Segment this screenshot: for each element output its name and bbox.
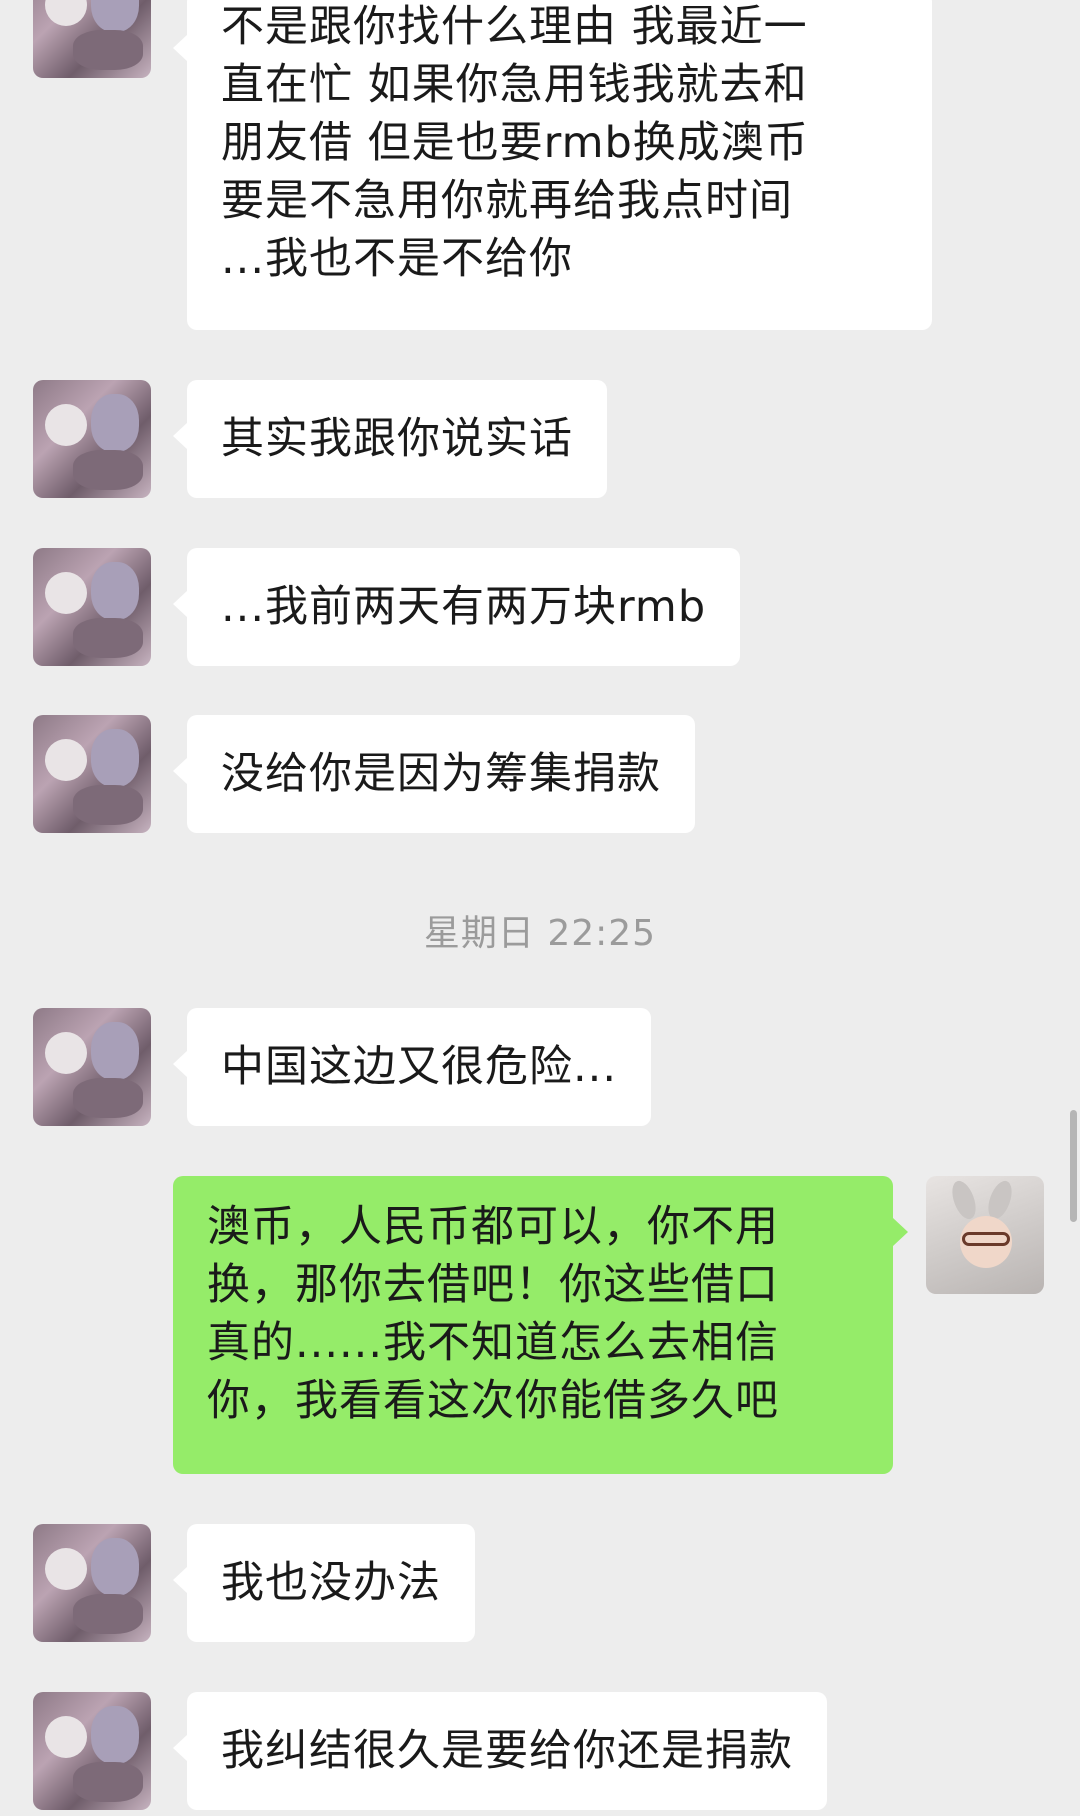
contact-avatar[interactable] <box>33 0 151 78</box>
incoming-message-bubble[interactable]: 我也没办法 <box>173 1524 475 1642</box>
incoming-message-bubble[interactable]: ...我前两天有两万块rmb <box>172 548 741 666</box>
contact-avatar[interactable] <box>33 548 151 666</box>
incoming-message-bubble[interactable]: 中国这边又很危险... <box>172 1008 652 1126</box>
contact-avatar[interactable] <box>33 715 151 833</box>
scrollbar-thumb[interactable] <box>1070 1110 1077 1222</box>
contact-avatar[interactable] <box>33 1692 151 1810</box>
incoming-message-bubble[interactable]: 我纠结很久是要给你还是捐款 <box>173 1692 827 1810</box>
incoming-message-bubble[interactable]: 没给你是因为筹集捐款 <box>173 715 695 833</box>
incoming-message-bubble[interactable]: 其实我跟你说实话 <box>173 380 607 498</box>
contact-avatar[interactable] <box>33 1008 151 1126</box>
timestamp-divider: 星期日 22:25 <box>423 913 657 954</box>
incoming-message-bubble[interactable]: 不是跟你找什么理由 我最近一 直在忙 如果你急用钱我就去和 朋友借 但是也要rm… <box>173 0 932 330</box>
contact-avatar[interactable] <box>33 1524 151 1642</box>
chat-message-list[interactable]: 不是跟你找什么理由 我最近一 直在忙 如果你急用钱我就去和 朋友借 但是也要rm… <box>0 0 1080 1816</box>
contact-avatar[interactable] <box>33 380 151 498</box>
user-avatar[interactable] <box>926 1176 1044 1294</box>
outgoing-message-bubble[interactable]: 澳币，人民币都可以，你不用 换，那你去借吧！你这些借口 真的......我不知道… <box>173 1176 908 1474</box>
